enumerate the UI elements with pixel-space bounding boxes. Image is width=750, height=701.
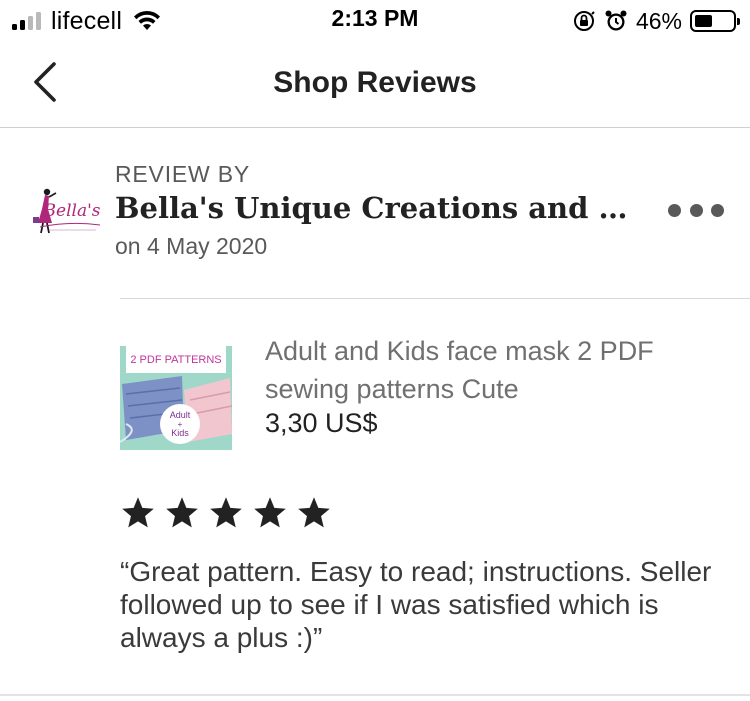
product-title[interactable]: Adult and Kids face mask 2 PDF sewing pa…: [265, 332, 735, 408]
reviewed-product[interactable]: 2 PDF PATTERNS Adult + Kids Adult and Ki…: [120, 336, 740, 453]
more-dot: [689, 203, 703, 217]
star-icon: [298, 497, 330, 528]
reviewer-name[interactable]: Bella's Unique Creations and Desig...: [115, 191, 630, 225]
review-by-label: REVIEW BY: [115, 161, 251, 187]
thumbnail-banner: 2 PDF PATTERNS: [130, 354, 221, 366]
review-header: Bella's REVIEW BY Bella's Unique Creatio…: [0, 155, 750, 270]
thumbnail-badge-top: Adult: [170, 410, 191, 420]
product-thumbnail[interactable]: 2 PDF PATTERNS Adult + Kids: [120, 338, 232, 450]
more-dot: [711, 203, 724, 217]
status-right: 46%: [572, 6, 740, 36]
alarm-icon: [605, 10, 627, 31]
thumbnail-badge-bottom: Kids: [171, 428, 189, 438]
star-icon: [166, 497, 198, 528]
review-date: on 4 May 2020: [115, 233, 268, 259]
navigation-bar: Shop Reviews: [0, 40, 750, 128]
star-icon: [210, 497, 242, 528]
battery-percent: 46%: [635, 7, 682, 34]
status-bar: lifecell 2:13 PM 46%: [0, 0, 750, 40]
star-icon: [254, 497, 286, 528]
page-title: Shop Reviews: [273, 66, 477, 99]
product-price: 3,30 US$: [265, 408, 378, 438]
review-text: “Great pattern. Easy to read; instructio…: [120, 556, 712, 653]
more-options-button[interactable]: [668, 195, 724, 225]
battery-icon: [690, 10, 740, 32]
bottom-divider: [0, 694, 750, 696]
logo-text: Bella's: [43, 201, 101, 221]
orientation-lock-icon: [573, 11, 595, 31]
star-icon: [122, 497, 154, 528]
divider: [120, 298, 750, 299]
battery-fill: [695, 15, 712, 27]
star-rating: [120, 495, 332, 535]
shop-logo[interactable]: Bella's: [30, 183, 104, 243]
more-horizontal-icon: [668, 203, 681, 217]
